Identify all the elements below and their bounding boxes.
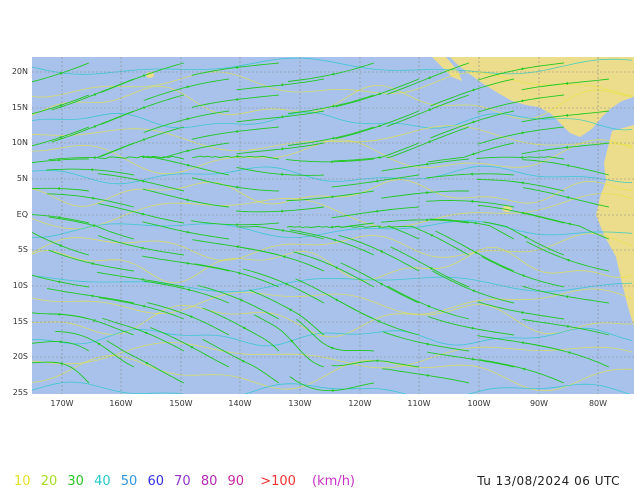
lat-label-25s: 25S — [12, 388, 28, 397]
lat-label-20n: 20N — [11, 67, 28, 76]
wind-speed-legend: 10 20 30 40 50 60 70 80 90 >100 (km/h) — [14, 474, 361, 489]
lon-label-140w: 140W — [228, 399, 252, 408]
legend-unit: (km/h) — [312, 474, 356, 489]
legend-speed-60: 60 — [147, 474, 164, 489]
lon-label-80w: 80W — [588, 399, 608, 408]
lon-label-170w: 170W — [50, 399, 74, 408]
map-canvas — [32, 57, 634, 394]
lon-label-90w: 90W — [529, 399, 549, 408]
valid-time: Tu 13/08/2024 06 UTC — [477, 474, 620, 488]
lat-label-eq: EQ — [16, 210, 28, 219]
legend-speed-20: 20 — [40, 474, 58, 489]
lon-label-120w: 120W — [348, 399, 372, 408]
lat-label-15s: 15S — [12, 317, 28, 326]
wind-streamline-map — [32, 57, 634, 394]
lat-label-10s: 10S — [12, 281, 28, 290]
legend-speed-70: 70 — [174, 474, 191, 489]
lon-label-100w: 100W — [467, 399, 491, 408]
legend-speed-30: 30 — [67, 474, 84, 489]
lat-label-5s: 5S — [17, 245, 28, 254]
legend-speed-50: 50 — [120, 474, 138, 489]
legend-speed-100-plus: >100 — [260, 474, 296, 489]
lat-label-10n: 10N — [11, 138, 28, 147]
lon-label-150w: 150W — [169, 399, 193, 408]
lat-label-20s: 20S — [12, 352, 28, 361]
lat-label-5n: 5N — [16, 174, 28, 183]
legend-speed-90: 90 — [227, 474, 245, 489]
lat-label-15n: 15N — [11, 103, 28, 112]
lon-label-130w: 130W — [288, 399, 312, 408]
legend-speed-10: 10 — [14, 474, 31, 489]
lon-label-110w: 110W — [407, 399, 431, 408]
lon-label-160w: 160W — [109, 399, 133, 408]
legend-speed-40: 40 — [94, 474, 111, 489]
legend-speed-80: 80 — [200, 474, 218, 489]
